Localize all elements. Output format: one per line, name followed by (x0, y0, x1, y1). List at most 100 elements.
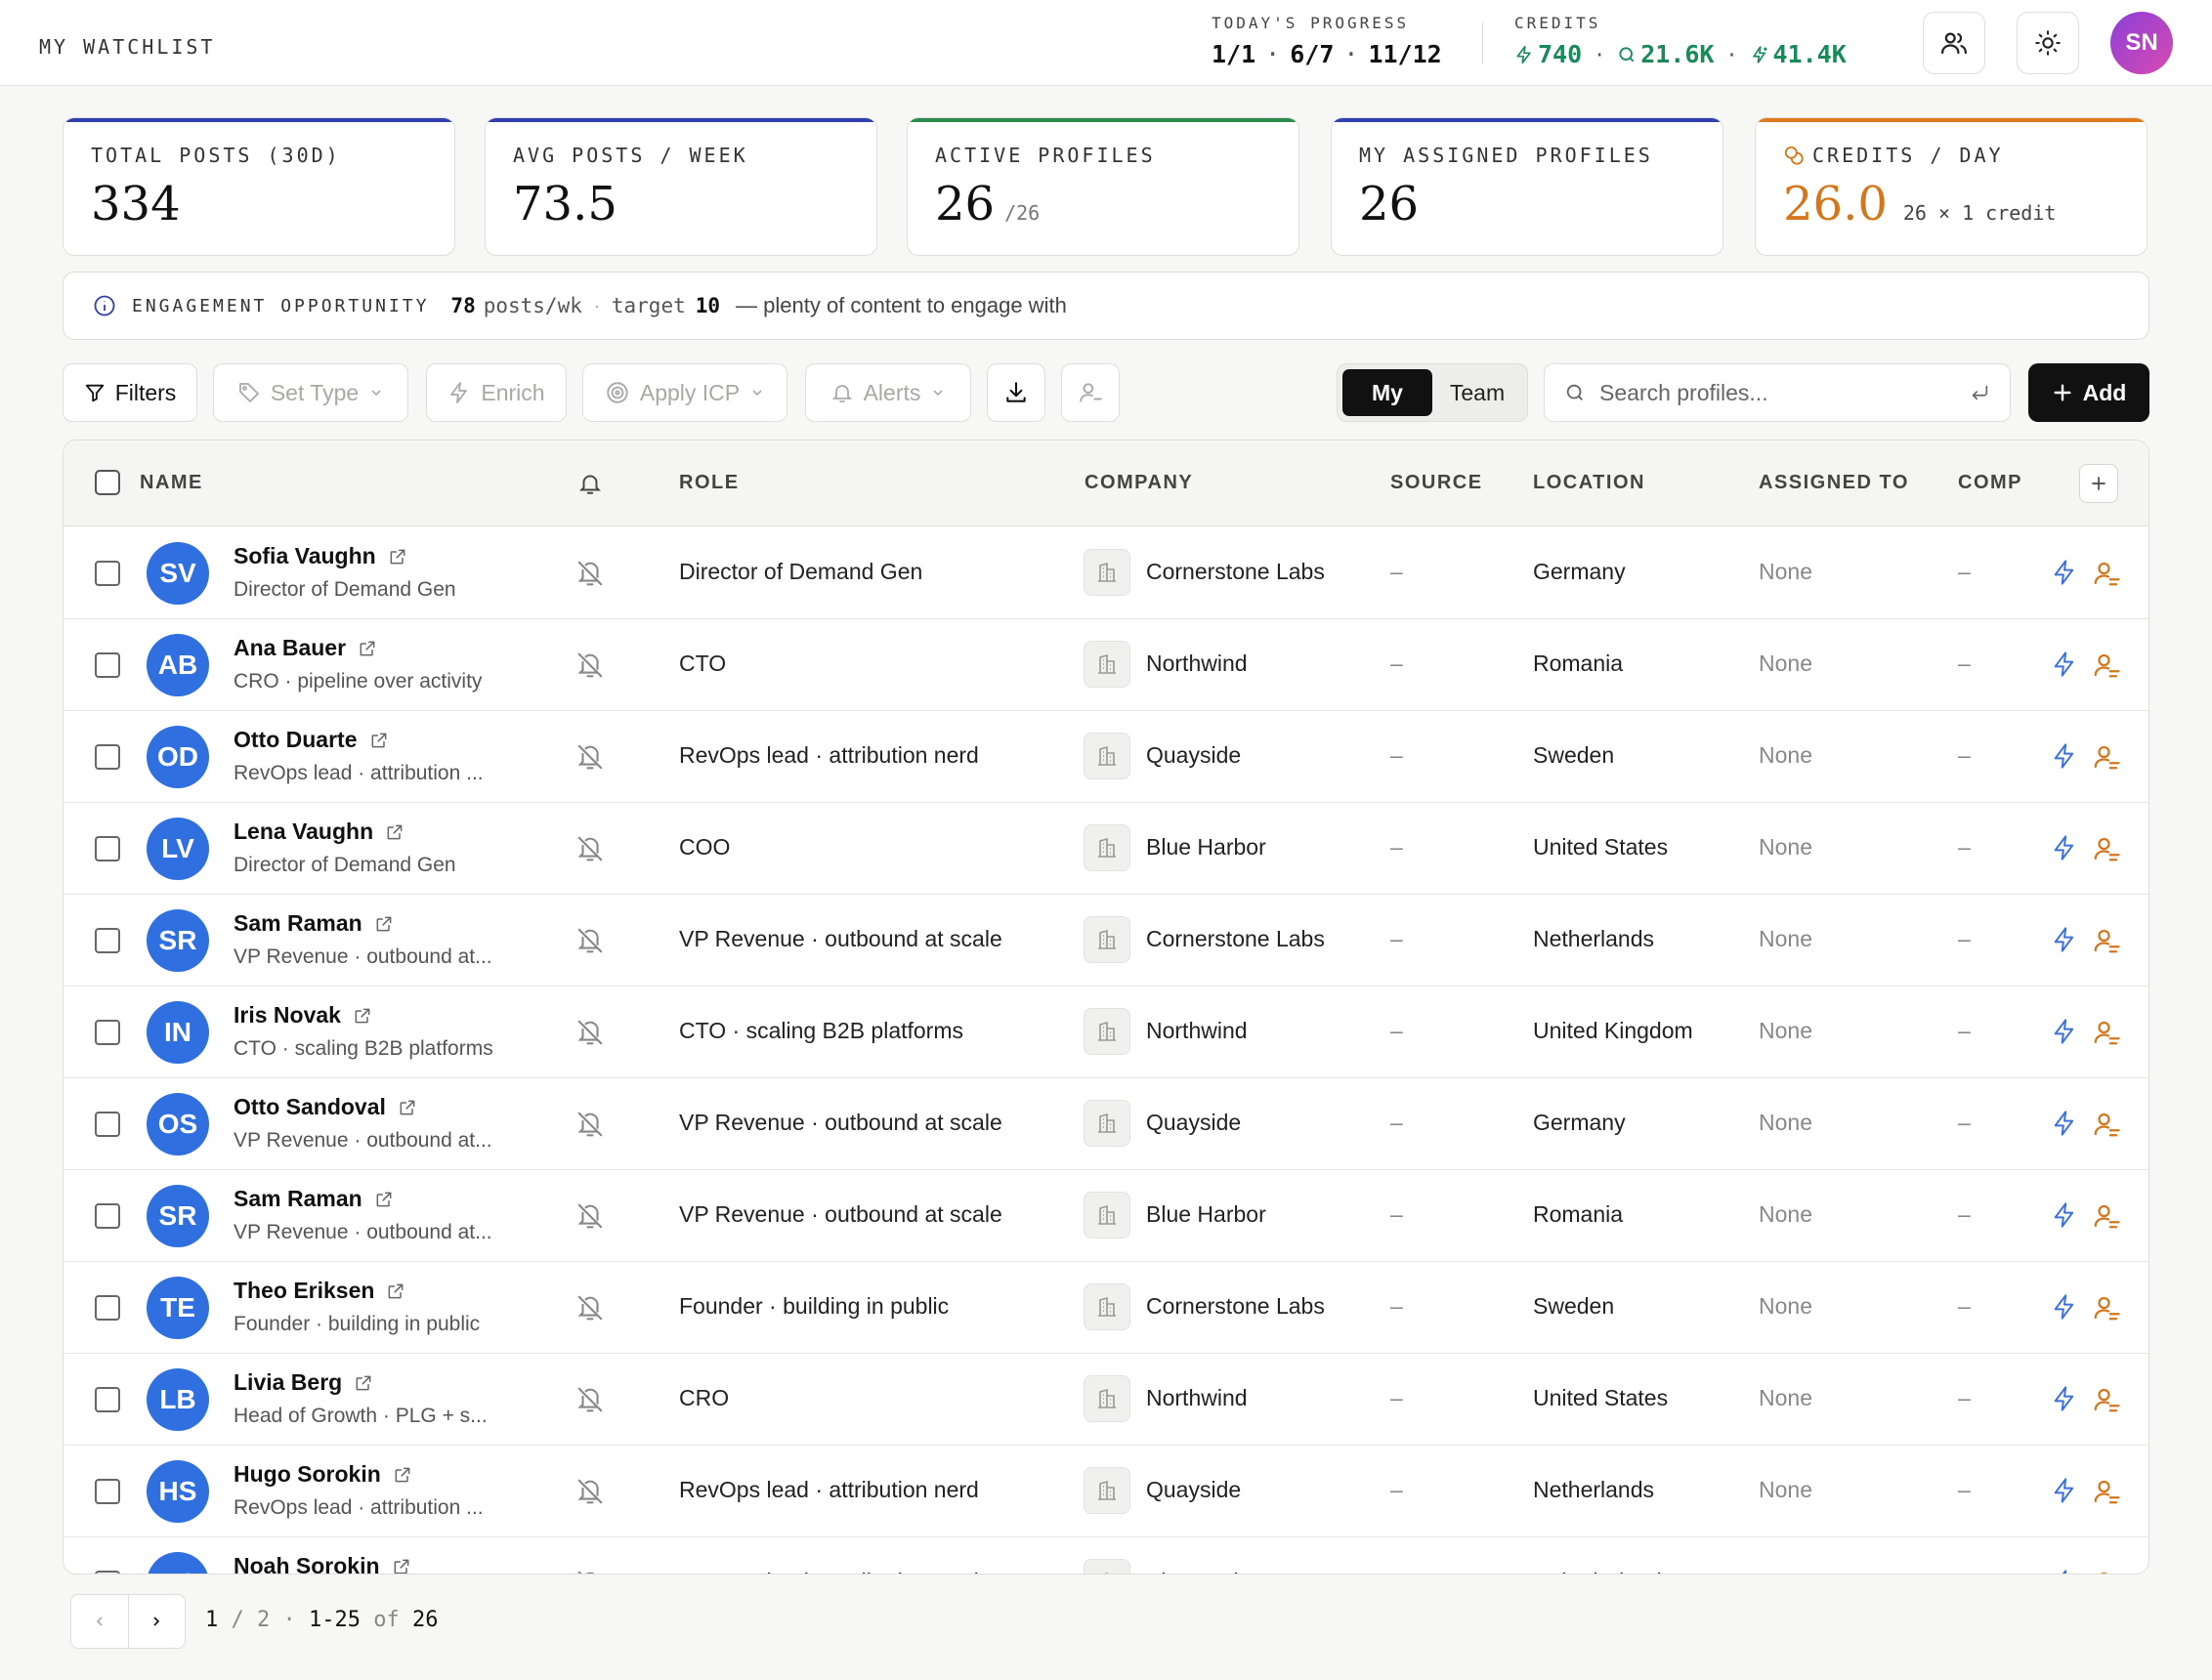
profile-avatar[interactable]: AB (147, 634, 209, 696)
profile-avatar[interactable]: LB (147, 1368, 209, 1431)
company-cell[interactable]: Quayside (1146, 1477, 1241, 1503)
table-row[interactable]: SR Sam Raman VP Revenue · outbound at... VP… (64, 895, 2148, 987)
assign-user-icon[interactable] (2092, 1293, 2121, 1323)
row-checkbox[interactable] (95, 1295, 120, 1321)
column-comp[interactable]: COMP (1958, 472, 2022, 494)
enrich-row-button[interactable] (2051, 1569, 2078, 1574)
enrich-bolt-icon[interactable] (2051, 1110, 2078, 1137)
column-company[interactable]: COMPANY (1085, 472, 1193, 494)
profile-avatar[interactable]: OD (147, 726, 209, 788)
profile-name[interactable]: Lena Vaughn (234, 819, 373, 845)
row-checkbox[interactable] (95, 1571, 120, 1574)
external-link-icon[interactable] (385, 822, 404, 842)
enrich-bolt-icon[interactable] (2051, 1018, 2078, 1045)
team-button[interactable] (1923, 12, 1985, 74)
alert-toggle[interactable] (575, 1477, 605, 1511)
table-row[interactable]: TE Theo Eriksen Founder · building in publ… (64, 1262, 2148, 1354)
company-cell[interactable]: Northwind (1146, 651, 1248, 677)
enrich-bolt-icon[interactable] (2051, 1201, 2078, 1229)
alert-toggle[interactable] (575, 1293, 605, 1327)
row-checkbox[interactable] (95, 652, 120, 678)
next-page-button[interactable] (127, 1595, 186, 1648)
row-checkbox[interactable] (95, 1020, 120, 1045)
table-row[interactable]: SV Sofia Vaughn Director of Demand Gen Dire… (64, 527, 2148, 619)
assign-row-button[interactable] (2092, 1477, 2121, 1511)
company-cell[interactable]: Northwind (1146, 1385, 1248, 1411)
external-link-icon[interactable] (353, 1006, 372, 1026)
enrich-row-button[interactable] (2051, 1110, 2078, 1142)
tab-team[interactable]: Team (1432, 369, 1522, 416)
profile-avatar[interactable]: OS (147, 1093, 209, 1155)
assign-user-icon[interactable] (2092, 1201, 2121, 1231)
table-row[interactable]: NS Noah Sorokin RevOps lead · attribution … (64, 1537, 2148, 1574)
profile-avatar[interactable]: NS (147, 1552, 209, 1574)
table-row[interactable]: OD Otto Duarte RevOps lead · attribution .… (64, 711, 2148, 803)
alert-toggle[interactable] (575, 742, 605, 777)
enrich-row-button[interactable] (2051, 1385, 2078, 1417)
alert-toggle[interactable] (575, 1569, 605, 1574)
alert-toggle[interactable] (575, 1110, 605, 1144)
add-profile-button[interactable]: Add (2028, 363, 2149, 422)
alert-toggle[interactable] (575, 1201, 605, 1236)
enrich-row-button[interactable] (2051, 1201, 2078, 1234)
assign-row-button[interactable] (2092, 1293, 2121, 1327)
filters-button[interactable]: Filters (63, 363, 197, 422)
profile-name[interactable]: Otto Sandoval (234, 1094, 386, 1120)
company-cell[interactable]: Quayside (1146, 1110, 1241, 1136)
enrich-row-button[interactable] (2051, 559, 2078, 591)
profile-avatar[interactable]: SR (147, 909, 209, 972)
add-column-button[interactable] (2079, 464, 2118, 503)
assign-user-icon[interactable] (2092, 1110, 2121, 1139)
company-cell[interactable]: Cornerstone Labs (1146, 1293, 1325, 1320)
company-cell[interactable]: Quayside (1146, 742, 1241, 769)
assigned-cell[interactable]: None (1759, 651, 1812, 677)
enrich-bolt-icon[interactable] (2051, 834, 2078, 861)
column-role[interactable]: ROLE (679, 472, 740, 494)
enrich-bolt-icon[interactable] (2051, 1293, 2078, 1321)
enrich-button[interactable]: Enrich (426, 363, 567, 422)
profile-name[interactable]: Ana Bauer (234, 635, 346, 661)
assign-user-icon[interactable] (2092, 1018, 2121, 1047)
profile-name[interactable]: Sofia Vaughn (234, 543, 376, 569)
column-assigned-to[interactable]: ASSIGNED TO (1759, 472, 1909, 494)
enrich-bolt-icon[interactable] (2051, 926, 2078, 953)
enrich-row-button[interactable] (2051, 651, 2078, 683)
assigned-cell[interactable]: None (1759, 1201, 1812, 1228)
assign-user-icon[interactable] (2092, 1477, 2121, 1506)
assigned-cell[interactable]: None (1759, 834, 1812, 861)
enrich-row-button[interactable] (2051, 834, 2078, 866)
assign-row-button[interactable] (2092, 926, 2121, 960)
user-avatar[interactable]: SN (2110, 12, 2173, 74)
profile-name[interactable]: Theo Eriksen (234, 1278, 374, 1304)
external-link-icon[interactable] (369, 731, 389, 750)
assign-user-icon[interactable] (2092, 651, 2121, 680)
assigned-cell[interactable]: None (1759, 559, 1812, 585)
profile-name[interactable]: Sam Raman (234, 1186, 362, 1212)
table-row[interactable]: HS Hugo Sorokin RevOps lead · attribution … (64, 1446, 2148, 1537)
profile-avatar[interactable]: SR (147, 1185, 209, 1247)
theme-toggle-button[interactable] (2017, 12, 2079, 74)
alert-toggle[interactable] (575, 1385, 605, 1419)
table-row[interactable]: LV Lena Vaughn Director of Demand Gen COO Bl… (64, 803, 2148, 895)
assigned-cell[interactable]: None (1759, 1018, 1812, 1044)
assigned-cell[interactable]: None (1759, 1477, 1812, 1503)
profile-avatar[interactable]: HS (147, 1460, 209, 1523)
assign-user-icon[interactable] (2092, 1385, 2121, 1414)
assign-user-icon[interactable] (2092, 559, 2121, 588)
external-link-icon[interactable] (393, 1465, 412, 1485)
row-checkbox[interactable] (95, 928, 120, 953)
profile-name[interactable]: Iris Novak (234, 1002, 341, 1029)
column-name[interactable]: NAME (140, 472, 203, 494)
set-type-button[interactable]: Set Type (213, 363, 408, 422)
select-all-checkbox[interactable] (95, 470, 120, 495)
external-link-icon[interactable] (374, 1190, 394, 1209)
profile-name[interactable]: Livia Berg (234, 1369, 342, 1396)
profile-avatar[interactable]: SV (147, 542, 209, 605)
enrich-row-button[interactable] (2051, 1293, 2078, 1325)
column-location[interactable]: LOCATION (1533, 472, 1645, 494)
enrich-row-button[interactable] (2051, 1477, 2078, 1509)
assign-row-button[interactable] (2092, 1018, 2121, 1052)
profile-name[interactable]: Hugo Sorokin (234, 1461, 381, 1488)
external-link-icon[interactable] (354, 1373, 373, 1393)
assign-row-button[interactable] (2092, 1201, 2121, 1236)
